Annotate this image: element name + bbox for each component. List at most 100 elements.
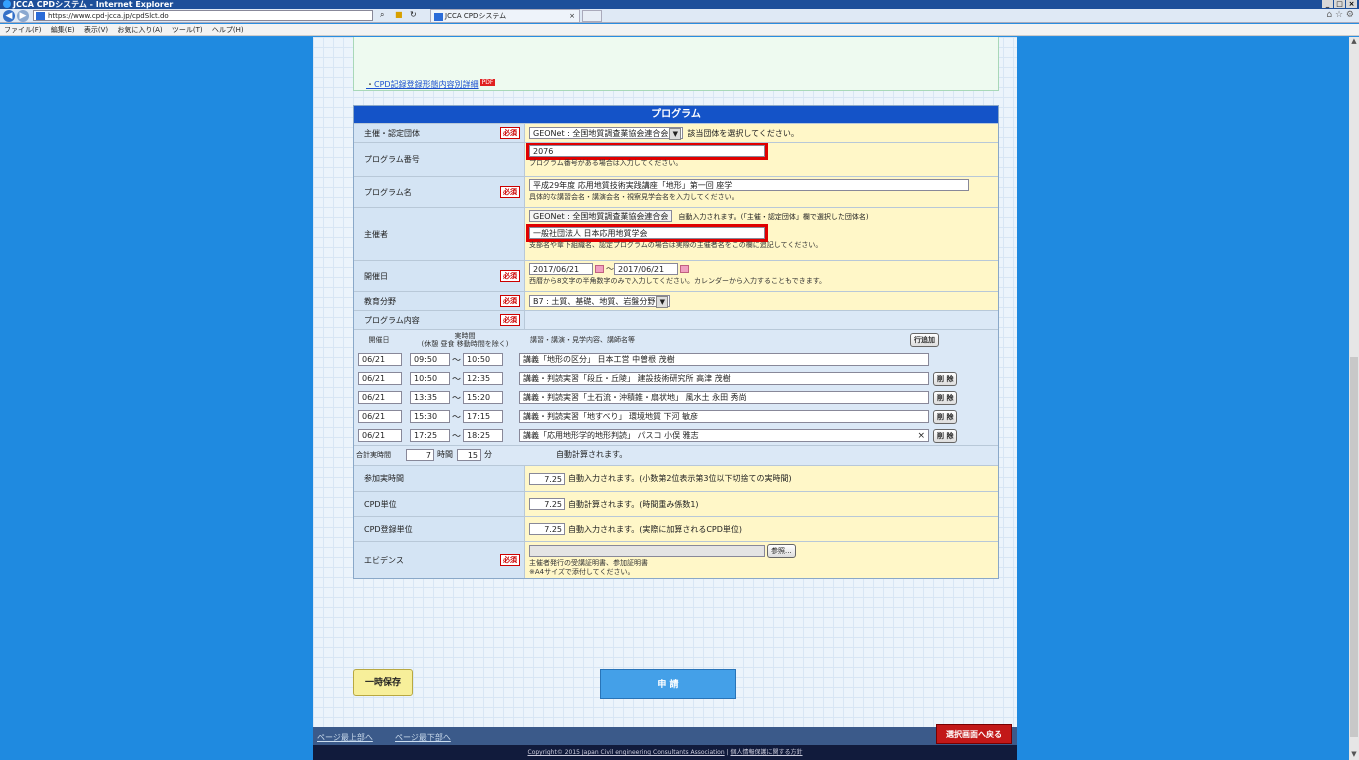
cpd-reg-unit-value: 7.25 — [529, 523, 565, 535]
row-start-input[interactable]: 13:35 — [410, 391, 450, 404]
row-date-input[interactable]: 06/21 — [358, 429, 402, 442]
site-favicon-icon — [36, 12, 45, 20]
row-start-input[interactable]: 17:25 — [410, 429, 450, 442]
delete-row-button[interactable]: 削 除 — [933, 371, 958, 386]
cpd-detail-link[interactable]: CPD記録登録形態内容別詳細PDF — [366, 79, 496, 90]
row-end-input[interactable]: 18:25 — [463, 429, 504, 442]
scroll-down-icon[interactable]: ▼ — [1349, 750, 1359, 760]
program-row: 06/21 17:25 ～ 18:25 講義「応用地形学的地形判読」 パスコ 小俣 雅志… — [354, 426, 998, 445]
row-start-input[interactable]: 09:50 — [410, 353, 450, 366]
field-select[interactable]: B7 : 土質、基礎、地質、岩盤分野 — [529, 295, 671, 308]
back-arrow-icon[interactable]: ◀ — [3, 10, 15, 22]
content-label: プログラム内容 — [364, 315, 420, 325]
host-input[interactable]: 一般社団法人 日本応用地質学会 — [526, 224, 768, 242]
page-bottom-link[interactable]: ページ最下部へ — [395, 732, 451, 743]
delete-row-button[interactable]: 削 除 — [933, 409, 958, 424]
row-date-input[interactable]: 06/21 — [358, 353, 402, 366]
host-help: 支部名や傘下組織名、認定プログラムの場合は実際の主催者名をこの欄に追記してくださ… — [529, 241, 823, 249]
add-row-button[interactable]: 行追加 — [910, 333, 939, 347]
privacy-link[interactable]: 個人情報保護に関する方針 — [730, 749, 802, 756]
new-tab-button[interactable] — [582, 10, 602, 22]
menu-bar: ファイル(F) 編集(E) 表示(V) お気に入り(A) ツール(T) ヘルプ(… — [0, 24, 1359, 36]
tab-jcca[interactable]: JCCA CPDシステム × — [430, 9, 580, 23]
forward-arrow-icon[interactable]: ▶ — [17, 10, 29, 22]
minimize-button[interactable]: _ — [1322, 0, 1333, 8]
row-content-input[interactable]: 講義「地形の区分」 日本工営 中曽根 茂樹 — [519, 353, 930, 366]
scroll-up-icon[interactable]: ▲ — [1349, 37, 1359, 47]
program-header: プログラム — [354, 106, 998, 123]
hours-unit: 時間 — [437, 450, 453, 459]
delete-row-button[interactable]: 削 除 — [933, 390, 958, 405]
host-auto-help: 自動入力されます。(「主催・認定団体」欄で選択した団体名) — [678, 212, 869, 221]
scrollbar-thumb[interactable] — [1350, 357, 1358, 737]
menu-help[interactable]: ヘルプ(H) — [212, 26, 244, 34]
row-end-input[interactable]: 15:20 — [463, 391, 504, 404]
page-scrollbar[interactable]: ▲ ▼ — [1349, 37, 1359, 760]
program-number-row: プログラム番号 2076 プログラム番号がある場合は入力してください。 — [354, 142, 998, 176]
row-time-separator: ～ — [452, 432, 462, 442]
menu-tools[interactable]: ツール(T) — [172, 26, 203, 34]
cpd-unit-row: CPD単位 7.25 自動計算されます。(時間重み係数1) — [354, 491, 998, 516]
address-bar[interactable]: https://www.cpd-jcca.jp/cpdSlct.do — [33, 10, 373, 21]
dates-row: 開催日 必須 2017/06/21 ～ 2017/06/21 西暦から8文字の半角数字… — [354, 260, 998, 291]
col-time-header: (休憩 昼食 移動時間を除く) — [421, 340, 509, 348]
menu-favorites[interactable]: お気に入り(A) — [117, 26, 162, 34]
cpd-unit-label: CPD単位 — [364, 499, 397, 509]
menu-view[interactable]: 表示(V) — [84, 26, 108, 34]
search-icon[interactable]: ⌕ — [380, 10, 384, 20]
delete-row-button[interactable]: 削 除 — [933, 428, 958, 443]
row-end-input[interactable]: 10:50 — [463, 353, 504, 366]
close-window-button[interactable]: × — [1346, 0, 1357, 8]
save-draft-button[interactable]: 一時保存 — [353, 669, 413, 696]
back-to-selection-button[interactable]: 選択画面へ戻る — [936, 724, 1012, 744]
row-date-input[interactable]: 06/21 — [358, 372, 402, 385]
refresh-icon[interactable]: ↻ — [410, 10, 417, 19]
apply-button[interactable]: 申 請 — [600, 669, 736, 699]
date-to-input[interactable]: 2017/06/21 — [614, 263, 678, 275]
tab-favicon-icon — [434, 13, 443, 21]
row-date-input[interactable]: 06/21 — [358, 391, 402, 404]
col-date-header: 開催日 — [368, 336, 390, 344]
program-name-input[interactable]: 平成29年度 応用地質技術実践講座「地形」第一回 座学 — [529, 179, 969, 191]
date-separator: ～ — [606, 264, 614, 274]
evidence-file-input[interactable] — [529, 544, 765, 557]
home-icon[interactable]: ⌂ — [1326, 10, 1332, 20]
required-badge: 必須 — [500, 314, 520, 326]
browse-button[interactable]: 参照... — [767, 544, 796, 558]
total-row: 合計実時間 7 時間 15 分 自動計算されます。 — [354, 445, 998, 463]
menu-file[interactable]: ファイル(F) — [4, 26, 42, 34]
lock-icon[interactable]: ■ — [395, 10, 403, 19]
col-content-header: 講習・講演・見学内容、講師名等 — [530, 336, 635, 344]
program-number-input[interactable]: 2076 — [526, 143, 768, 160]
maximize-button[interactable]: □ — [1334, 0, 1345, 8]
tab-close-icon[interactable]: × — [569, 10, 575, 23]
attend-time-value: 7.25 — [529, 472, 565, 485]
cpd-reg-unit-help: 自動入力されます。(実際に加算されるCPD単位) — [568, 524, 743, 534]
address-url: https://www.cpd-jcca.jp/cpdSlct.do — [48, 12, 169, 20]
row-end-input[interactable]: 12:35 — [463, 372, 504, 385]
row-start-input[interactable]: 15:30 — [410, 410, 450, 423]
calendar-icon[interactable] — [595, 265, 604, 273]
organizer-select[interactable]: GEONet : 全国地質調査業協会連合会 — [529, 127, 684, 140]
favorites-star-icon[interactable]: ☆ — [1335, 10, 1343, 20]
cpd-reg-unit-row: CPD登録単位 7.25 自動入力されます。(実際に加算されるCPD単位) — [354, 516, 998, 541]
settings-gear-icon[interactable]: ⚙ — [1346, 10, 1354, 20]
content-row: プログラム内容 必須 — [354, 310, 998, 329]
program-name-row: プログラム名 必須 平成29年度 応用地質技術実践講座「地形」第一回 座学 具体的な… — [354, 176, 998, 207]
menu-edit[interactable]: 編集(E) — [51, 26, 75, 34]
row-end-input[interactable]: 17:15 — [463, 410, 504, 423]
row-start-input[interactable]: 10:50 — [410, 372, 450, 385]
page-top-link[interactable]: ページ最上部へ — [317, 732, 373, 743]
cpd-unit-value: 7.25 — [529, 498, 565, 510]
total-hours: 7 — [406, 448, 434, 461]
row-date-input[interactable]: 06/21 — [358, 410, 402, 423]
page-viewport: CPD記録登録形態内容別詳細PDF プログラム 主催・認定団体必須 GEONet… — [0, 37, 1349, 760]
clear-input-icon[interactable]: × — [917, 430, 925, 441]
tab-title: JCCA CPDシステム — [445, 12, 507, 20]
date-from-input[interactable]: 2017/06/21 — [529, 263, 593, 275]
row-content-input[interactable]: 講義・判読実習「土石流・沖積錐・扇状地」 風水土 永田 秀尚 — [519, 391, 930, 404]
calendar-icon[interactable] — [680, 265, 689, 273]
row-content-input[interactable]: 講義・判読実習「段丘・丘陵」 建設技術研究所 高津 茂樹 — [519, 372, 930, 385]
row-content-input[interactable]: 講義「応用地形学的地形判読」 パスコ 小俣 雅志 × — [519, 429, 930, 442]
row-content-input[interactable]: 講義・判読実習「地すべり」 環境地質 下河 敏彦 — [519, 410, 930, 423]
